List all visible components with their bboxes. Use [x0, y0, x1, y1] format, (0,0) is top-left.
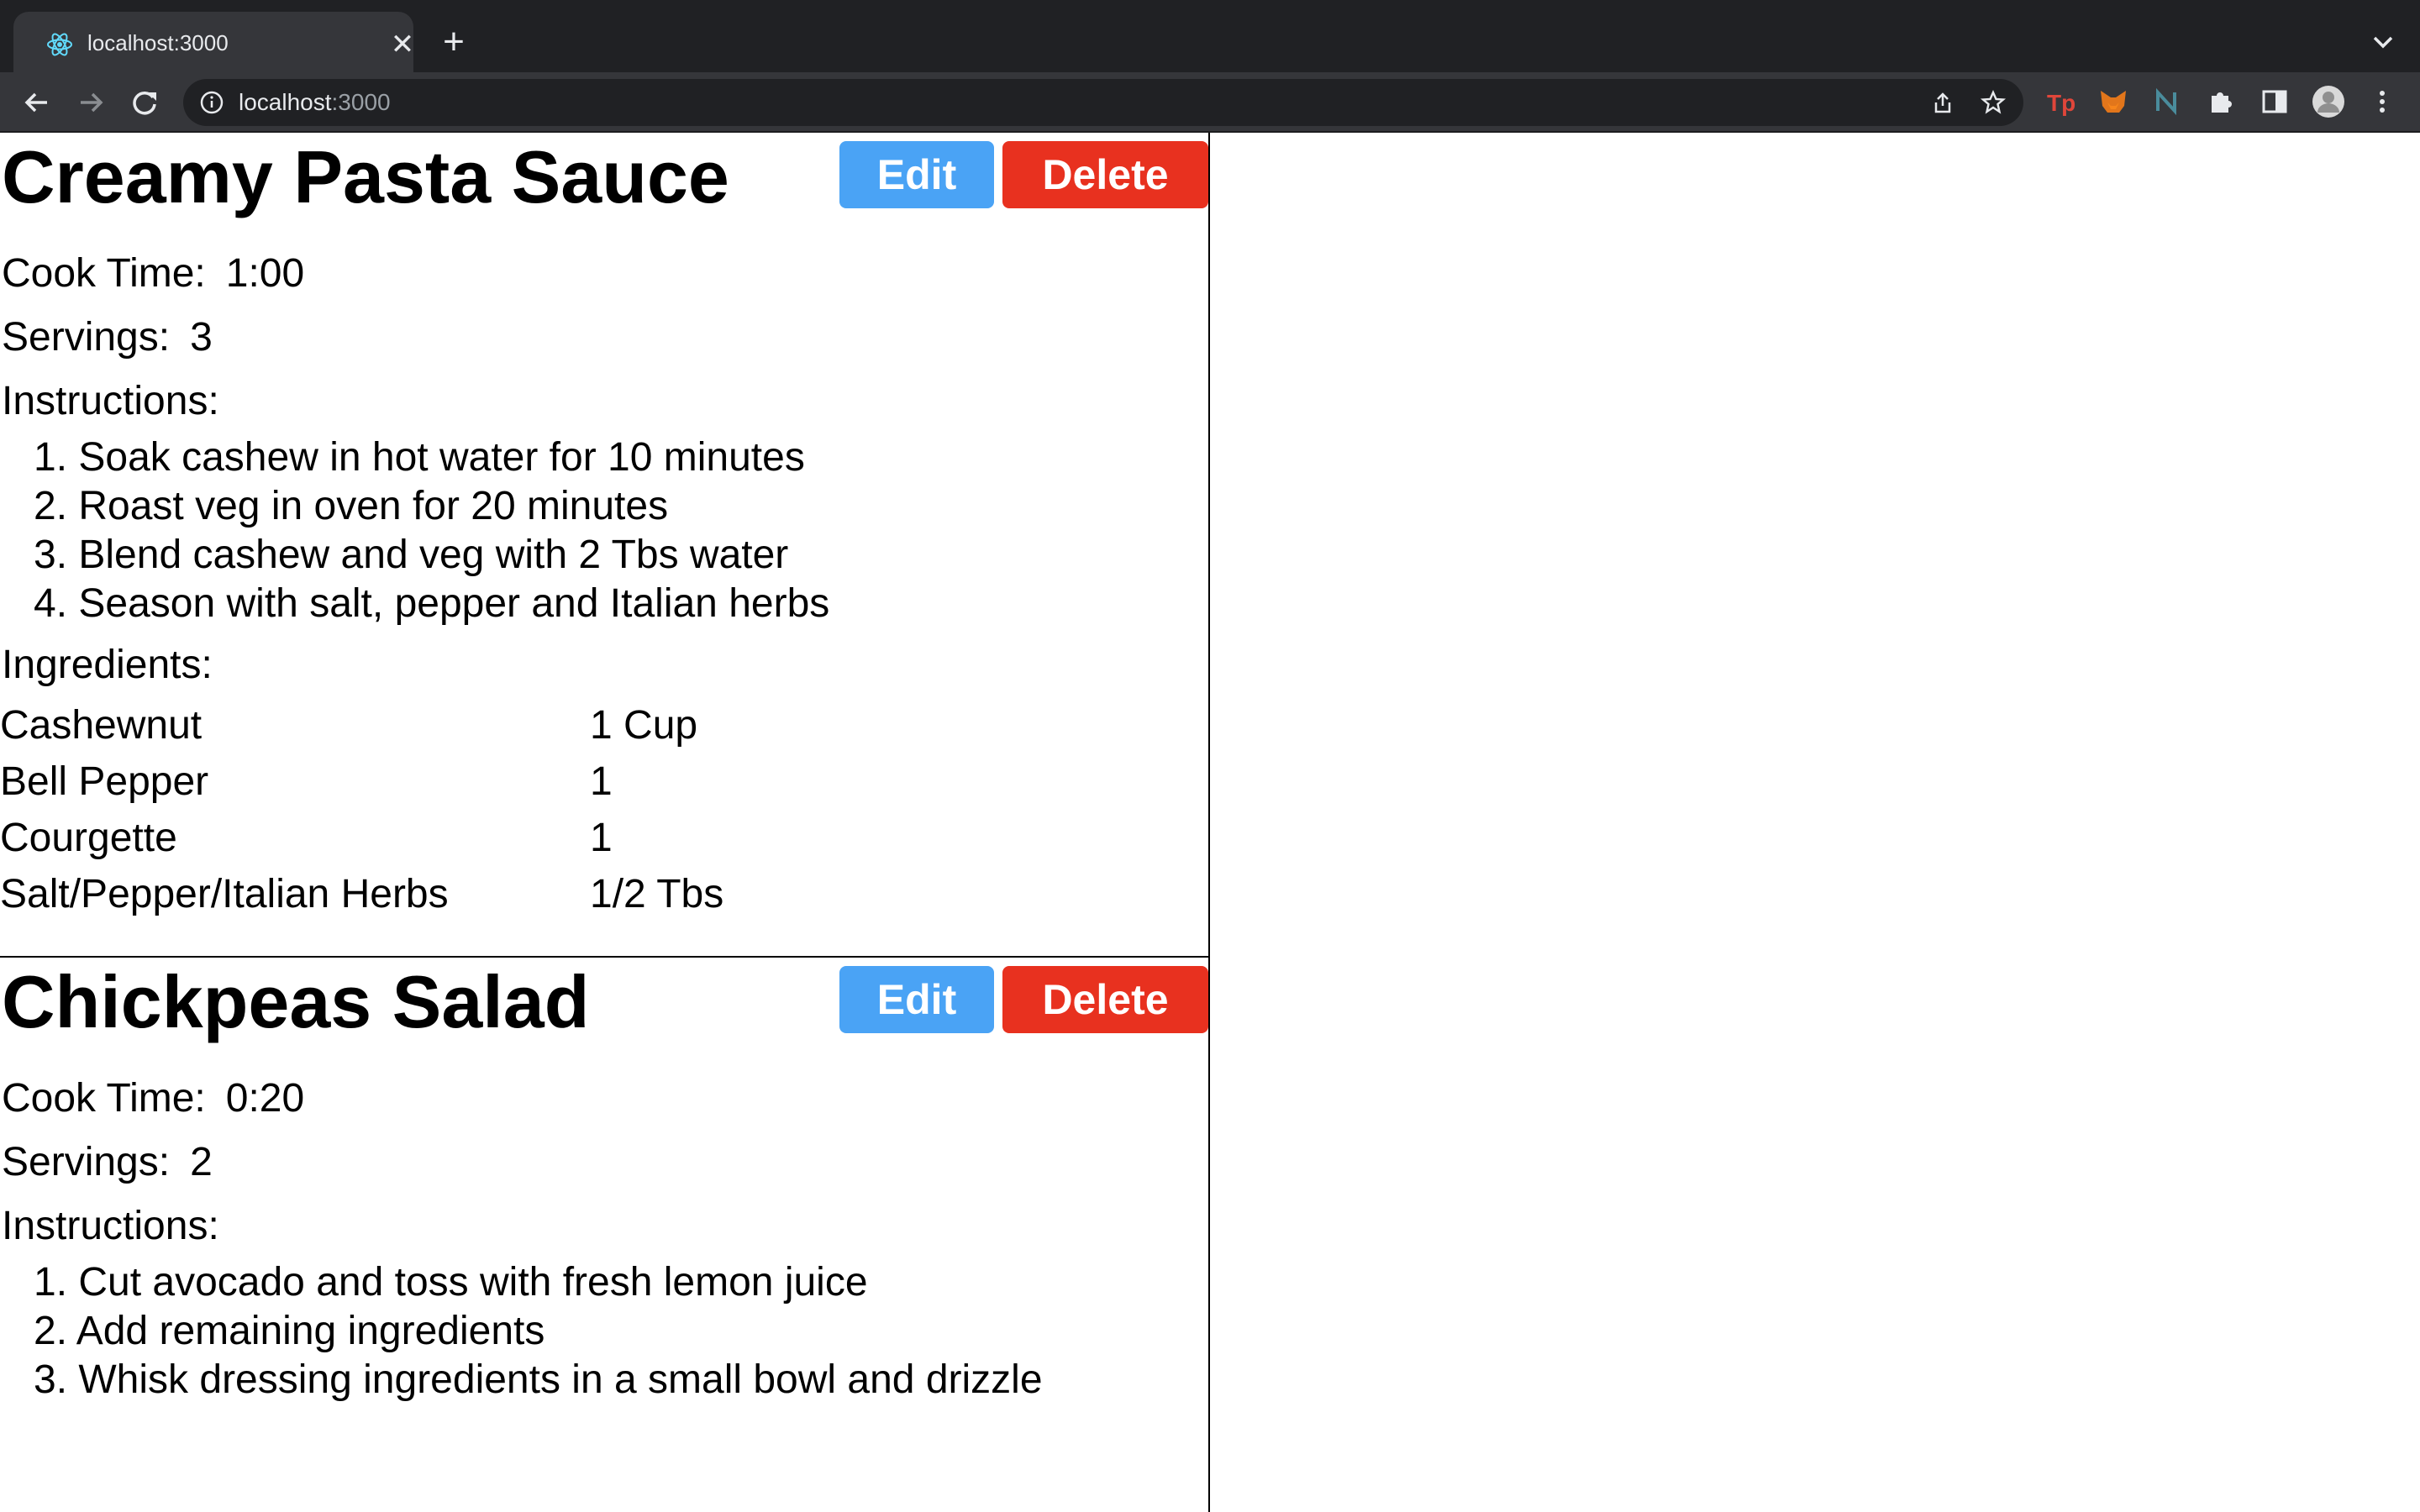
ingredient-row: Bell Pepper 1 — [0, 753, 723, 810]
ingredient-name: Salt/Pepper/Italian Herbs — [0, 872, 449, 916]
servings-label: Servings: — [2, 1140, 171, 1184]
ingredient-name: Cashewnut — [0, 703, 203, 748]
instruction-item: 2. Add remaining ingredients — [34, 1309, 545, 1353]
recipe-header: Chickpeas Salad Edit Delete — [0, 958, 1208, 1050]
kebab-menu-icon[interactable] — [2365, 84, 2400, 119]
recipe-card: Creamy Pasta Sauce Edit Delete Cook Time… — [0, 133, 1208, 958]
ingredient-name: Bell Pepper — [0, 759, 209, 804]
cook-time-value: 0:20 — [225, 1076, 305, 1121]
ingredients-label: Ingredients: — [2, 643, 213, 687]
recipe-header: Creamy Pasta Sauce Edit Delete — [0, 133, 1208, 225]
instructions-label: Instructions: — [2, 1204, 219, 1248]
delete-button[interactable]: Delete — [1002, 966, 1208, 1033]
puzzle-icon[interactable] — [2203, 84, 2238, 119]
instruction-item: 3. Blend cashew and veg with 2 Tbs water — [34, 533, 789, 577]
servings-value: 2 — [190, 1140, 213, 1184]
cook-time-label: Cook Time: — [2, 1076, 206, 1121]
recipe-title: Creamy Pasta Sauce — [2, 135, 729, 218]
back-arrow-icon[interactable] — [18, 84, 55, 121]
ingredient-row: Courgette 1 — [0, 810, 723, 866]
page-viewport: Creamy Pasta Sauce Edit Delete Cook Time… — [0, 133, 2420, 1512]
url-port: :3000 — [331, 89, 391, 115]
instructions-label: Instructions: — [2, 379, 219, 423]
new-tab-button[interactable]: + — [437, 24, 471, 60]
ingredients-table: Cashewnut 1 Cup Bell Pepper 1 Courgette … — [0, 697, 723, 922]
cook-time-row: Cook Time: 0:20 — [0, 1067, 1208, 1131]
cook-time-value: 1:00 — [225, 251, 305, 296]
instructions-list: 1. Soak cashew in hot water for 10 minut… — [0, 433, 1208, 628]
recipe-title: Chickpeas Salad — [2, 960, 590, 1043]
recipe-list: Creamy Pasta Sauce Edit Delete Cook Time… — [0, 133, 1210, 1512]
svg-text:Tp: Tp — [2047, 90, 2075, 116]
reload-icon[interactable] — [126, 84, 163, 121]
ingredient-amount: 1 — [590, 816, 613, 860]
ingredient-row: Salt/Pepper/Italian Herbs 1/2 Tbs — [0, 866, 723, 922]
servings-label: Servings: — [2, 315, 171, 360]
browser-tab-bar: localhost:3000 ✕ + — [0, 0, 2420, 72]
instruction-item: 4. Season with salt, pepper and Italian … — [34, 581, 830, 626]
recipe-card: Chickpeas Salad Edit Delete Cook Time: 0:… — [0, 958, 1208, 1438]
react-icon — [47, 33, 72, 56]
ingredient-amount: 1 — [590, 759, 613, 804]
star-icon[interactable] — [1980, 89, 2007, 116]
ingredient-row: Cashewnut 1 Cup — [0, 697, 723, 753]
servings-value: 3 — [190, 315, 213, 360]
instruction-item: 2. Roast veg in oven for 20 minutes — [34, 484, 669, 528]
avatar[interactable] — [2311, 84, 2346, 119]
url-host: localhost — [239, 89, 332, 115]
tab-title: localhost:3000 — [87, 30, 229, 55]
instructions-list: 1. Cut avocado and toss with fresh lemon… — [0, 1258, 1208, 1404]
edit-button[interactable]: Edit — [839, 966, 994, 1033]
instruction-item: 1. Soak cashew in hot water for 10 minut… — [34, 435, 805, 480]
url-text: localhost:3000 — [239, 89, 391, 116]
tp-extension-icon[interactable]: Tp — [2044, 84, 2079, 119]
info-icon[interactable] — [198, 89, 225, 116]
ingredient-name: Courgette — [0, 816, 177, 860]
browser-toolbar: localhost:3000 Tp — [0, 72, 2420, 133]
close-icon[interactable]: ✕ — [388, 30, 417, 59]
instruction-item: 3. Whisk dressing ingredients in a small… — [34, 1357, 1043, 1402]
cook-time-row: Cook Time: 1:00 — [0, 242, 1208, 306]
cook-time-label: Cook Time: — [2, 251, 206, 296]
forward-arrow-icon[interactable] — [72, 84, 109, 121]
metamask-fox-icon[interactable] — [2096, 84, 2131, 119]
servings-row: Servings: 2 — [0, 1131, 1208, 1194]
chevron-down-icon[interactable] — [2366, 25, 2400, 59]
share-icon[interactable] — [1929, 89, 1956, 116]
delete-button[interactable]: Delete — [1002, 141, 1208, 208]
edit-button[interactable]: Edit — [839, 141, 994, 208]
address-bar[interactable]: localhost:3000 — [183, 79, 2023, 126]
n-extension-icon[interactable] — [2149, 84, 2185, 119]
ingredient-amount: 1/2 Tbs — [590, 872, 724, 916]
side-panel-icon[interactable] — [2257, 84, 2292, 119]
servings-row: Servings: 3 — [0, 306, 1208, 370]
ingredient-amount: 1 Cup — [590, 703, 698, 748]
instruction-item: 1. Cut avocado and toss with fresh lemon… — [34, 1260, 868, 1305]
browser-tab[interactable]: localhost:3000 ✕ — [13, 12, 414, 72]
